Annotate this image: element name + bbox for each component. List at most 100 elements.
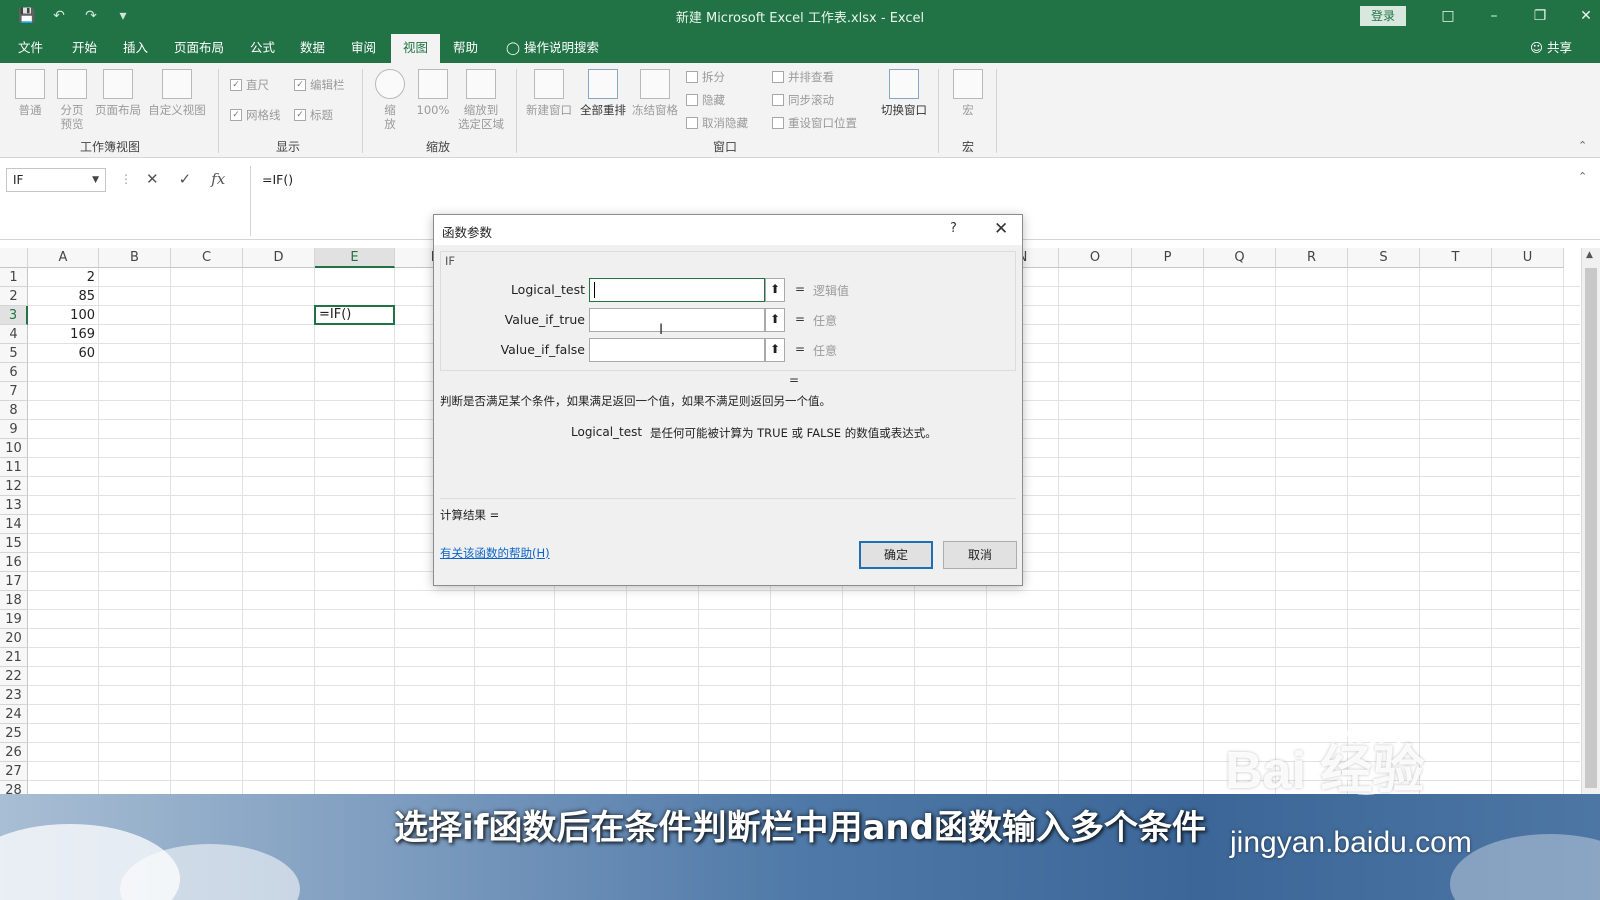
cell-a1[interactable]: 2 [28, 268, 95, 287]
row-header[interactable]: 3 [0, 306, 28, 325]
page-layout-view-button[interactable]: 页面布局 [92, 69, 144, 117]
freeze-panes-button[interactable]: 冻结窗格 [630, 69, 680, 117]
column-header-a[interactable]: A [28, 248, 99, 268]
column-header-u[interactable]: U [1492, 248, 1564, 268]
collapse-dialog-button[interactable]: ⬆ [765, 278, 785, 302]
row-header[interactable]: 14 [0, 515, 28, 534]
insert-function-icon[interactable]: fx [211, 170, 225, 188]
cell-a3[interactable]: 100 [28, 306, 95, 325]
chevron-down-icon[interactable]: ▼ [92, 169, 99, 191]
tab-review[interactable]: 审阅 [345, 34, 382, 63]
restore-icon[interactable]: ❐ [1517, 5, 1563, 27]
cancel-button[interactable]: 取消 [943, 541, 1017, 569]
row-header[interactable]: 4 [0, 325, 28, 344]
arrange-all-button[interactable]: 全部重排 [576, 69, 630, 117]
ruler-checkbox[interactable]: ✓ 直尺 [230, 77, 269, 93]
sync-scroll-button[interactable]: 同步滚动 [772, 92, 834, 108]
zoom-button[interactable]: 缩 放 [372, 69, 408, 131]
view-side-by-side-button[interactable]: 并排查看 [772, 69, 834, 85]
logical-test-input[interactable] [589, 278, 765, 302]
column-header-c[interactable]: C [171, 248, 243, 268]
row-header[interactable]: 25 [0, 724, 28, 743]
tab-help[interactable]: 帮助 [447, 34, 484, 63]
tab-page-layout[interactable]: 页面布局 [168, 34, 230, 63]
tab-home[interactable]: 开始 [66, 34, 103, 63]
page-break-preview-button[interactable]: 分页 预览 [52, 69, 92, 131]
gridlines-checkbox[interactable]: ✓ 网格线 [230, 107, 281, 123]
tab-view[interactable]: 视图 [391, 34, 441, 63]
column-header-d[interactable]: D [243, 248, 315, 268]
tab-insert[interactable]: 插入 [117, 34, 154, 63]
select-all-corner[interactable] [0, 248, 28, 268]
collapse-dialog-button[interactable]: ⬆ [765, 308, 785, 332]
column-header-e[interactable]: E [315, 248, 395, 268]
custom-views-button[interactable]: 自定义视图 [146, 69, 208, 117]
column-header-s[interactable]: S [1348, 248, 1420, 268]
row-header[interactable]: 16 [0, 553, 28, 572]
column-header-r[interactable]: R [1276, 248, 1348, 268]
row-header[interactable]: 26 [0, 743, 28, 762]
split-button[interactable]: 拆分 [686, 69, 725, 85]
value-if-false-input[interactable] [589, 338, 765, 362]
row-header[interactable]: 28 [0, 781, 28, 794]
headings-checkbox[interactable]: ✓ 标题 [294, 107, 333, 123]
active-cell-e3[interactable]: =IF() [314, 305, 395, 325]
close-icon[interactable]: ✕ [994, 219, 1008, 239]
row-header[interactable]: 23 [0, 686, 28, 705]
zoom-to-selection-button[interactable]: 缩放到 选定区域 [456, 69, 506, 131]
close-window-icon[interactable]: ✕ [1563, 5, 1600, 27]
cell-a2[interactable]: 85 [28, 287, 95, 306]
share-button[interactable]: ☺ 共享 [1530, 34, 1572, 63]
row-header[interactable]: 6 [0, 363, 28, 382]
row-header[interactable]: 27 [0, 762, 28, 781]
cancel-icon[interactable]: ✕ [146, 170, 159, 188]
cell-a4[interactable]: 169 [28, 325, 95, 344]
row-header[interactable]: 22 [0, 667, 28, 686]
value-if-true-input[interactable] [589, 308, 765, 332]
tab-file[interactable]: 文件 [12, 34, 49, 63]
unhide-button[interactable]: 取消隐藏 [686, 115, 748, 131]
row-header[interactable]: 18 [0, 591, 28, 610]
row-header[interactable]: 24 [0, 705, 28, 724]
row-header[interactable]: 15 [0, 534, 28, 553]
login-button[interactable]: 登录 [1360, 6, 1406, 26]
reset-window-position-button[interactable]: 重设窗口位置 [772, 115, 857, 131]
column-header-q[interactable]: Q [1204, 248, 1276, 268]
normal-view-button[interactable]: 普通 [10, 69, 50, 117]
macros-button[interactable]: 宏 [950, 69, 986, 117]
row-header[interactable]: 11 [0, 458, 28, 477]
row-header[interactable]: 21 [0, 648, 28, 667]
new-window-button[interactable]: 新建窗口 [522, 69, 576, 117]
row-header[interactable]: 9 [0, 420, 28, 439]
vertical-scrollbar[interactable]: ▲ [1581, 248, 1600, 794]
formula-bar-checkbox[interactable]: ✓ 编辑栏 [294, 77, 345, 93]
row-header[interactable]: 5 [0, 344, 28, 363]
tab-data[interactable]: 数据 [294, 34, 331, 63]
row-header[interactable]: 1 [0, 268, 28, 287]
scroll-up-icon[interactable]: ▲ [1586, 250, 1593, 260]
row-header[interactable]: 8 [0, 401, 28, 420]
hide-button[interactable]: 隐藏 [686, 92, 725, 108]
ribbon-display-icon[interactable]: □ [1425, 5, 1471, 27]
column-header-p[interactable]: P [1132, 248, 1204, 268]
collapse-dialog-button[interactable]: ⬆ [765, 338, 785, 362]
expand-formula-bar-icon[interactable]: ⌃ [1578, 170, 1587, 183]
zoom-100-button[interactable]: 100% [412, 69, 454, 117]
column-header-b[interactable]: B [99, 248, 171, 268]
row-header[interactable]: 10 [0, 439, 28, 458]
cell-a5[interactable]: 60 [28, 344, 95, 363]
column-header-t[interactable]: T [1420, 248, 1492, 268]
function-help-link[interactable]: 有关该函数的帮助(H) [440, 545, 550, 561]
formula-input[interactable]: =IF() [262, 172, 293, 187]
row-header[interactable]: 17 [0, 572, 28, 591]
tab-formulas[interactable]: 公式 [244, 34, 281, 63]
enter-icon[interactable]: ✓ [179, 170, 192, 188]
row-header[interactable]: 13 [0, 496, 28, 515]
row-header[interactable]: 7 [0, 382, 28, 401]
row-header[interactable]: 20 [0, 629, 28, 648]
name-box[interactable]: IF ▼ [6, 168, 106, 192]
column-header-o[interactable]: O [1059, 248, 1132, 268]
drag-handle-icon[interactable]: ⋮ [120, 172, 132, 186]
collapse-ribbon-icon[interactable]: ⌃ [1578, 139, 1587, 152]
minimize-icon[interactable]: – [1471, 5, 1517, 27]
